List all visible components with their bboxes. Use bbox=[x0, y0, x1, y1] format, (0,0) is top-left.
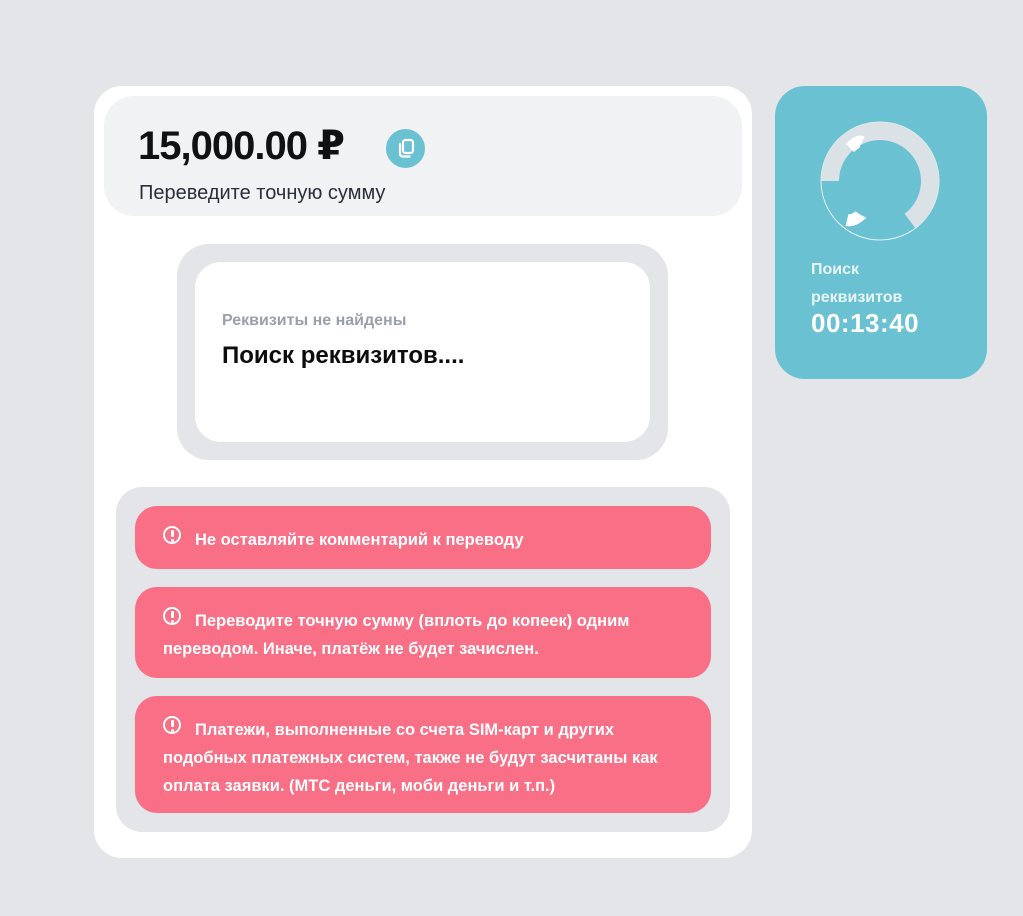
loading-spinner-icon bbox=[820, 121, 940, 241]
warning-text: Переводите точную сумму (вплоть до копее… bbox=[163, 612, 630, 658]
exclamation-circle-icon bbox=[163, 607, 181, 625]
requisites-title: Поиск реквизитов.... bbox=[222, 342, 465, 369]
warning-item: Переводите точную сумму (вплоть до копее… bbox=[135, 587, 711, 678]
requisites-status: Реквизиты не найдены bbox=[222, 312, 407, 329]
warning-item: Не оставляйте комментарий к переводу bbox=[135, 506, 711, 569]
warnings-panel: Не оставляйте комментарий к переводу Пер… bbox=[116, 487, 730, 832]
copy-amount-button[interactable] bbox=[386, 129, 425, 168]
search-status-card: Поиск реквизитов 00:13:40 bbox=[775, 86, 987, 379]
exclamation-circle-icon bbox=[163, 526, 181, 544]
requisites-frame: Реквизиты не найдены Поиск реквизитов...… bbox=[177, 244, 668, 460]
search-timer: 00:13:40 bbox=[811, 308, 920, 338]
warning-item: Платежи, выполненные со счета SIM-карт и… bbox=[135, 696, 711, 813]
exclamation-circle-icon bbox=[163, 716, 181, 734]
warning-text: Не оставляйте комментарий к переводу bbox=[195, 531, 524, 549]
amount-hint: Переведите точную сумму bbox=[139, 182, 386, 204]
payment-amount: 15,000.00 ₽ bbox=[138, 124, 345, 168]
search-label: Поиск реквизитов bbox=[811, 261, 903, 306]
payment-card: 15,000.00 ₽ Переведите точную сумму Рекв… bbox=[94, 86, 752, 858]
warning-text: Платежи, выполненные со счета SIM-карт и… bbox=[163, 721, 658, 795]
copy-icon bbox=[398, 138, 414, 158]
amount-panel: 15,000.00 ₽ Переведите точную сумму bbox=[104, 96, 742, 216]
requisites-panel: Реквизиты не найдены Поиск реквизитов...… bbox=[195, 262, 650, 442]
